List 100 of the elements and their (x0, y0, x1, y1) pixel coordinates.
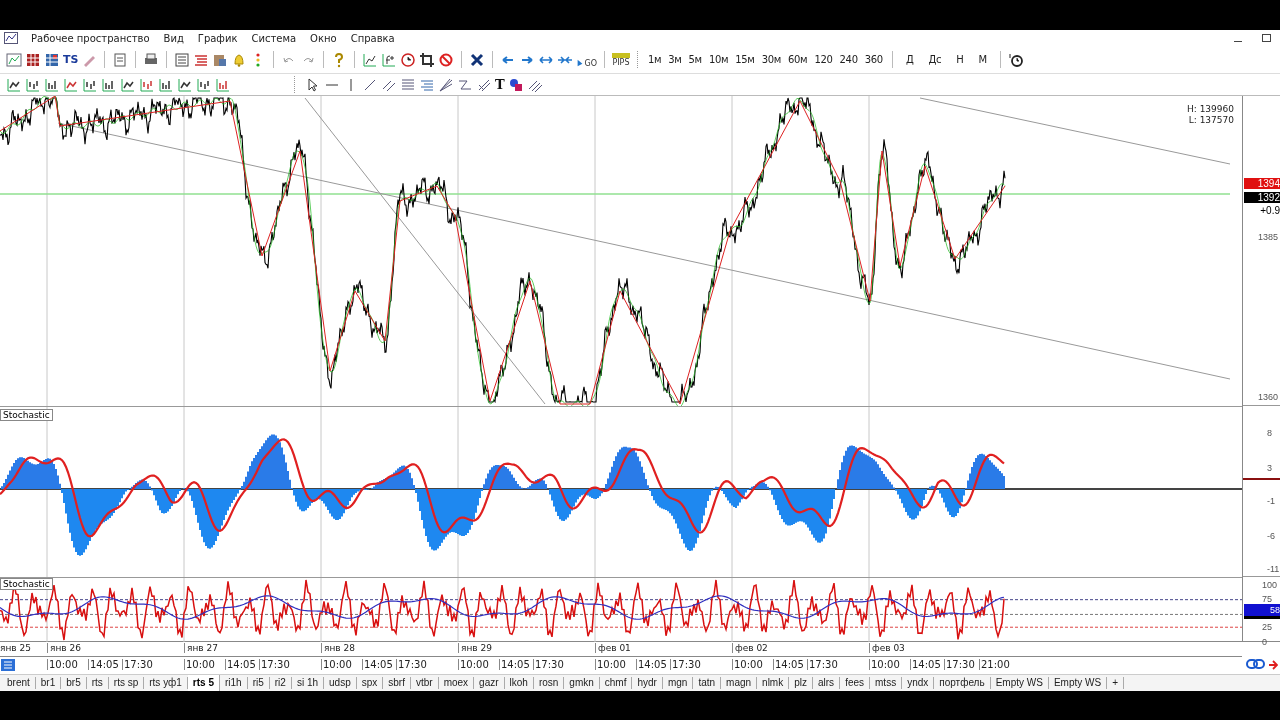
axis-label: 3 (1267, 463, 1272, 475)
add-indicator-icon[interactable] (362, 51, 379, 68)
chart-type-icon[interactable] (120, 76, 136, 93)
sheet-tab[interactable]: udsp (324, 677, 357, 689)
sheet-tab[interactable]: lkoh (504, 677, 534, 689)
sheet-tab[interactable]: brent (2, 677, 36, 689)
sheet-tab[interactable]: yndx (902, 677, 935, 689)
timeframe-button[interactable]: 5м (686, 54, 704, 65)
sheet-tab[interactable]: sbrf (383, 677, 411, 689)
menu-item[interactable]: Окно (303, 32, 344, 44)
sheet-tab[interactable]: ri2 (269, 677, 292, 689)
sheet-tab[interactable]: + (1107, 677, 1124, 689)
sheet-tab[interactable]: plz (789, 677, 813, 689)
sheet-tab[interactable]: si 1h (291, 677, 325, 689)
sheet-tab[interactable]: rts уф1 (144, 677, 188, 689)
timeframe-button[interactable]: 10м (706, 54, 731, 65)
table-icon[interactable] (25, 51, 41, 68)
time-label: 17:30 (807, 659, 838, 670)
timeframe-button[interactable]: 60м (786, 54, 810, 65)
fan-icon[interactable] (438, 76, 454, 93)
text-tool-icon[interactable]: T (495, 77, 505, 92)
sheet-tab[interactable]: mtss (870, 677, 903, 689)
date-label: янв 29 (458, 643, 492, 653)
sheet-tab[interactable]: chmf (599, 677, 633, 689)
timeframe-button[interactable]: 360 (862, 54, 885, 65)
menu-item[interactable]: Вид (156, 32, 191, 44)
indicator-title: Stochastic (0, 578, 53, 590)
chart-type-icon[interactable] (6, 76, 22, 93)
sheet-tab[interactable]: rts 5 (187, 675, 220, 691)
timeframe-button[interactable]: 1м (645, 54, 664, 65)
sheet-tab[interactable]: br5 (61, 677, 87, 689)
time-label: 10:00 (732, 659, 763, 670)
sheet-tab[interactable]: Empty WS (990, 677, 1049, 689)
chart-type-icon[interactable] (101, 76, 117, 93)
clock-icon[interactable] (400, 51, 417, 68)
time-label: 10:00 (321, 659, 352, 670)
timeframe-button[interactable]: 15м (733, 54, 757, 65)
timeframe-button[interactable]: 30м (759, 54, 783, 65)
sheet-tab[interactable]: tatn (693, 677, 722, 689)
sheet-tab[interactable]: rosn (533, 677, 565, 689)
table-icon[interactable] (44, 51, 60, 68)
date-label: янв 26 (47, 643, 81, 653)
sheet-tab[interactable]: fees (840, 677, 871, 689)
menu-item[interactable]: График (190, 32, 245, 44)
sheet-tab[interactable]: mgn (662, 677, 694, 689)
sheet-tab[interactable]: moex (438, 677, 475, 689)
sheet-tab[interactable]: magn (721, 677, 758, 689)
menu-item[interactable]: Справка (343, 32, 402, 44)
ts-icon[interactable]: TS (63, 53, 79, 66)
time-label: 14:05 (773, 659, 804, 670)
arrow-right-icon[interactable] (1268, 660, 1278, 670)
axis-label: 100 (1262, 580, 1278, 592)
period-button[interactable]: М (972, 54, 993, 65)
timeframe-button[interactable]: 120 (812, 54, 835, 65)
close-icon[interactable] (469, 51, 486, 68)
period-button[interactable]: Дс (922, 54, 948, 65)
alarm-clock-icon[interactable] (1007, 51, 1024, 68)
shapes-icon[interactable] (507, 76, 524, 93)
time-label: 10:00 (595, 659, 626, 670)
sheet-tab[interactable]: nlmk (757, 677, 790, 689)
link-icon[interactable] (1246, 658, 1266, 670)
date-label: янв 25 (0, 643, 31, 653)
sheet-tab[interactable]: hydr (632, 677, 663, 689)
sheet-tab[interactable]: gazr (474, 677, 505, 689)
function-icon[interactable] (381, 51, 398, 68)
list-icon[interactable] (174, 51, 191, 68)
chart-type-icon[interactable] (196, 76, 212, 93)
sheet-tab[interactable]: ri1h (219, 677, 248, 689)
axis-label: -11 (1267, 564, 1280, 576)
sheet-tab[interactable]: gmkn (564, 677, 600, 689)
time-label: 14:05 (362, 659, 393, 670)
high-low-label: H: 139960 (1186, 104, 1234, 115)
chart-type-icon[interactable] (44, 76, 60, 93)
sheet-tab[interactable]: ri5 (247, 677, 270, 689)
line-chart-icon[interactable] (6, 51, 22, 68)
crop-icon[interactable] (419, 51, 436, 68)
sheet-tab[interactable]: rts sp (108, 677, 145, 689)
price-tag: 1392 (1244, 192, 1280, 203)
period-button[interactable]: Д (899, 54, 920, 65)
menu-item[interactable]: Система (244, 32, 304, 44)
sheet-tab[interactable]: spx (356, 677, 384, 689)
chart-type-icon[interactable] (25, 76, 41, 93)
sheet-tab[interactable]: br1 (35, 677, 62, 689)
time-label: 10:00 (869, 659, 900, 670)
chart-type-icon[interactable] (177, 76, 193, 93)
prohibited-icon[interactable] (438, 51, 455, 68)
sheet-tab[interactable]: alrs (813, 677, 841, 689)
timeframe-button[interactable]: 3м (666, 54, 684, 65)
menu-item[interactable]: Рабочее пространство (24, 32, 157, 44)
sheet-tab[interactable]: vtbr (410, 677, 439, 689)
axis-label: -6 (1267, 531, 1275, 543)
time-label: 14:05 (910, 659, 941, 670)
chart-type-icon[interactable] (82, 76, 98, 93)
sheet-tab[interactable]: Empty WS (1048, 677, 1108, 689)
chart-type-icon[interactable] (158, 76, 174, 93)
sheet-tab[interactable]: rts (86, 677, 109, 689)
chart-icon[interactable] (4, 32, 18, 44)
period-button[interactable]: Н (950, 54, 970, 65)
sheet-tab[interactable]: портфель (934, 677, 991, 689)
timeframe-button[interactable]: 240 (837, 54, 860, 65)
